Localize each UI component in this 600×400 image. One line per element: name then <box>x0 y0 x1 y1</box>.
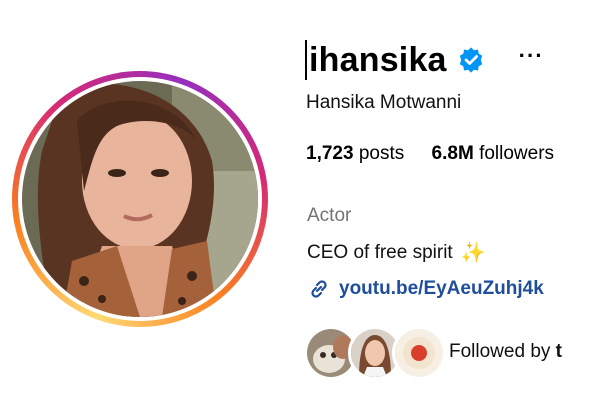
followed-by-text: Followed by t <box>449 341 562 362</box>
profile-bio: CEO of free spirit ✨ <box>307 240 486 265</box>
link-icon <box>311 280 327 298</box>
profile-avatar[interactable] <box>22 81 258 317</box>
bio-text: CEO of free spirit <box>307 241 453 263</box>
profile-full-name: Hansika Motwanni <box>306 92 462 113</box>
followed-by-avatars[interactable] <box>304 324 449 380</box>
story-ring[interactable] <box>12 71 268 327</box>
posts-count[interactable]: 1,723 posts <box>306 143 404 164</box>
text-cursor <box>305 40 307 80</box>
profile-link[interactable]: youtu.be/EyAeuZuhj4k <box>307 277 544 301</box>
verified-badge-icon <box>459 47 482 73</box>
followed-by-row[interactable]: Followed by t <box>304 324 562 380</box>
profile-username: ihansika <box>309 40 447 79</box>
more-options-icon[interactable]: ··· <box>519 45 544 67</box>
follower-avatar[interactable] <box>392 326 446 380</box>
profile-stats: 1,723 posts 6.8M followers <box>306 143 576 165</box>
username-row: ihansika ··· <box>305 36 544 84</box>
profile-category: Actor <box>307 205 352 226</box>
sparkles-emoji: ✨ <box>460 242 486 264</box>
followers-count[interactable]: 6.8M followers <box>432 143 555 164</box>
profile-link-text: youtu.be/EyAeuZuhj4k <box>339 278 544 299</box>
